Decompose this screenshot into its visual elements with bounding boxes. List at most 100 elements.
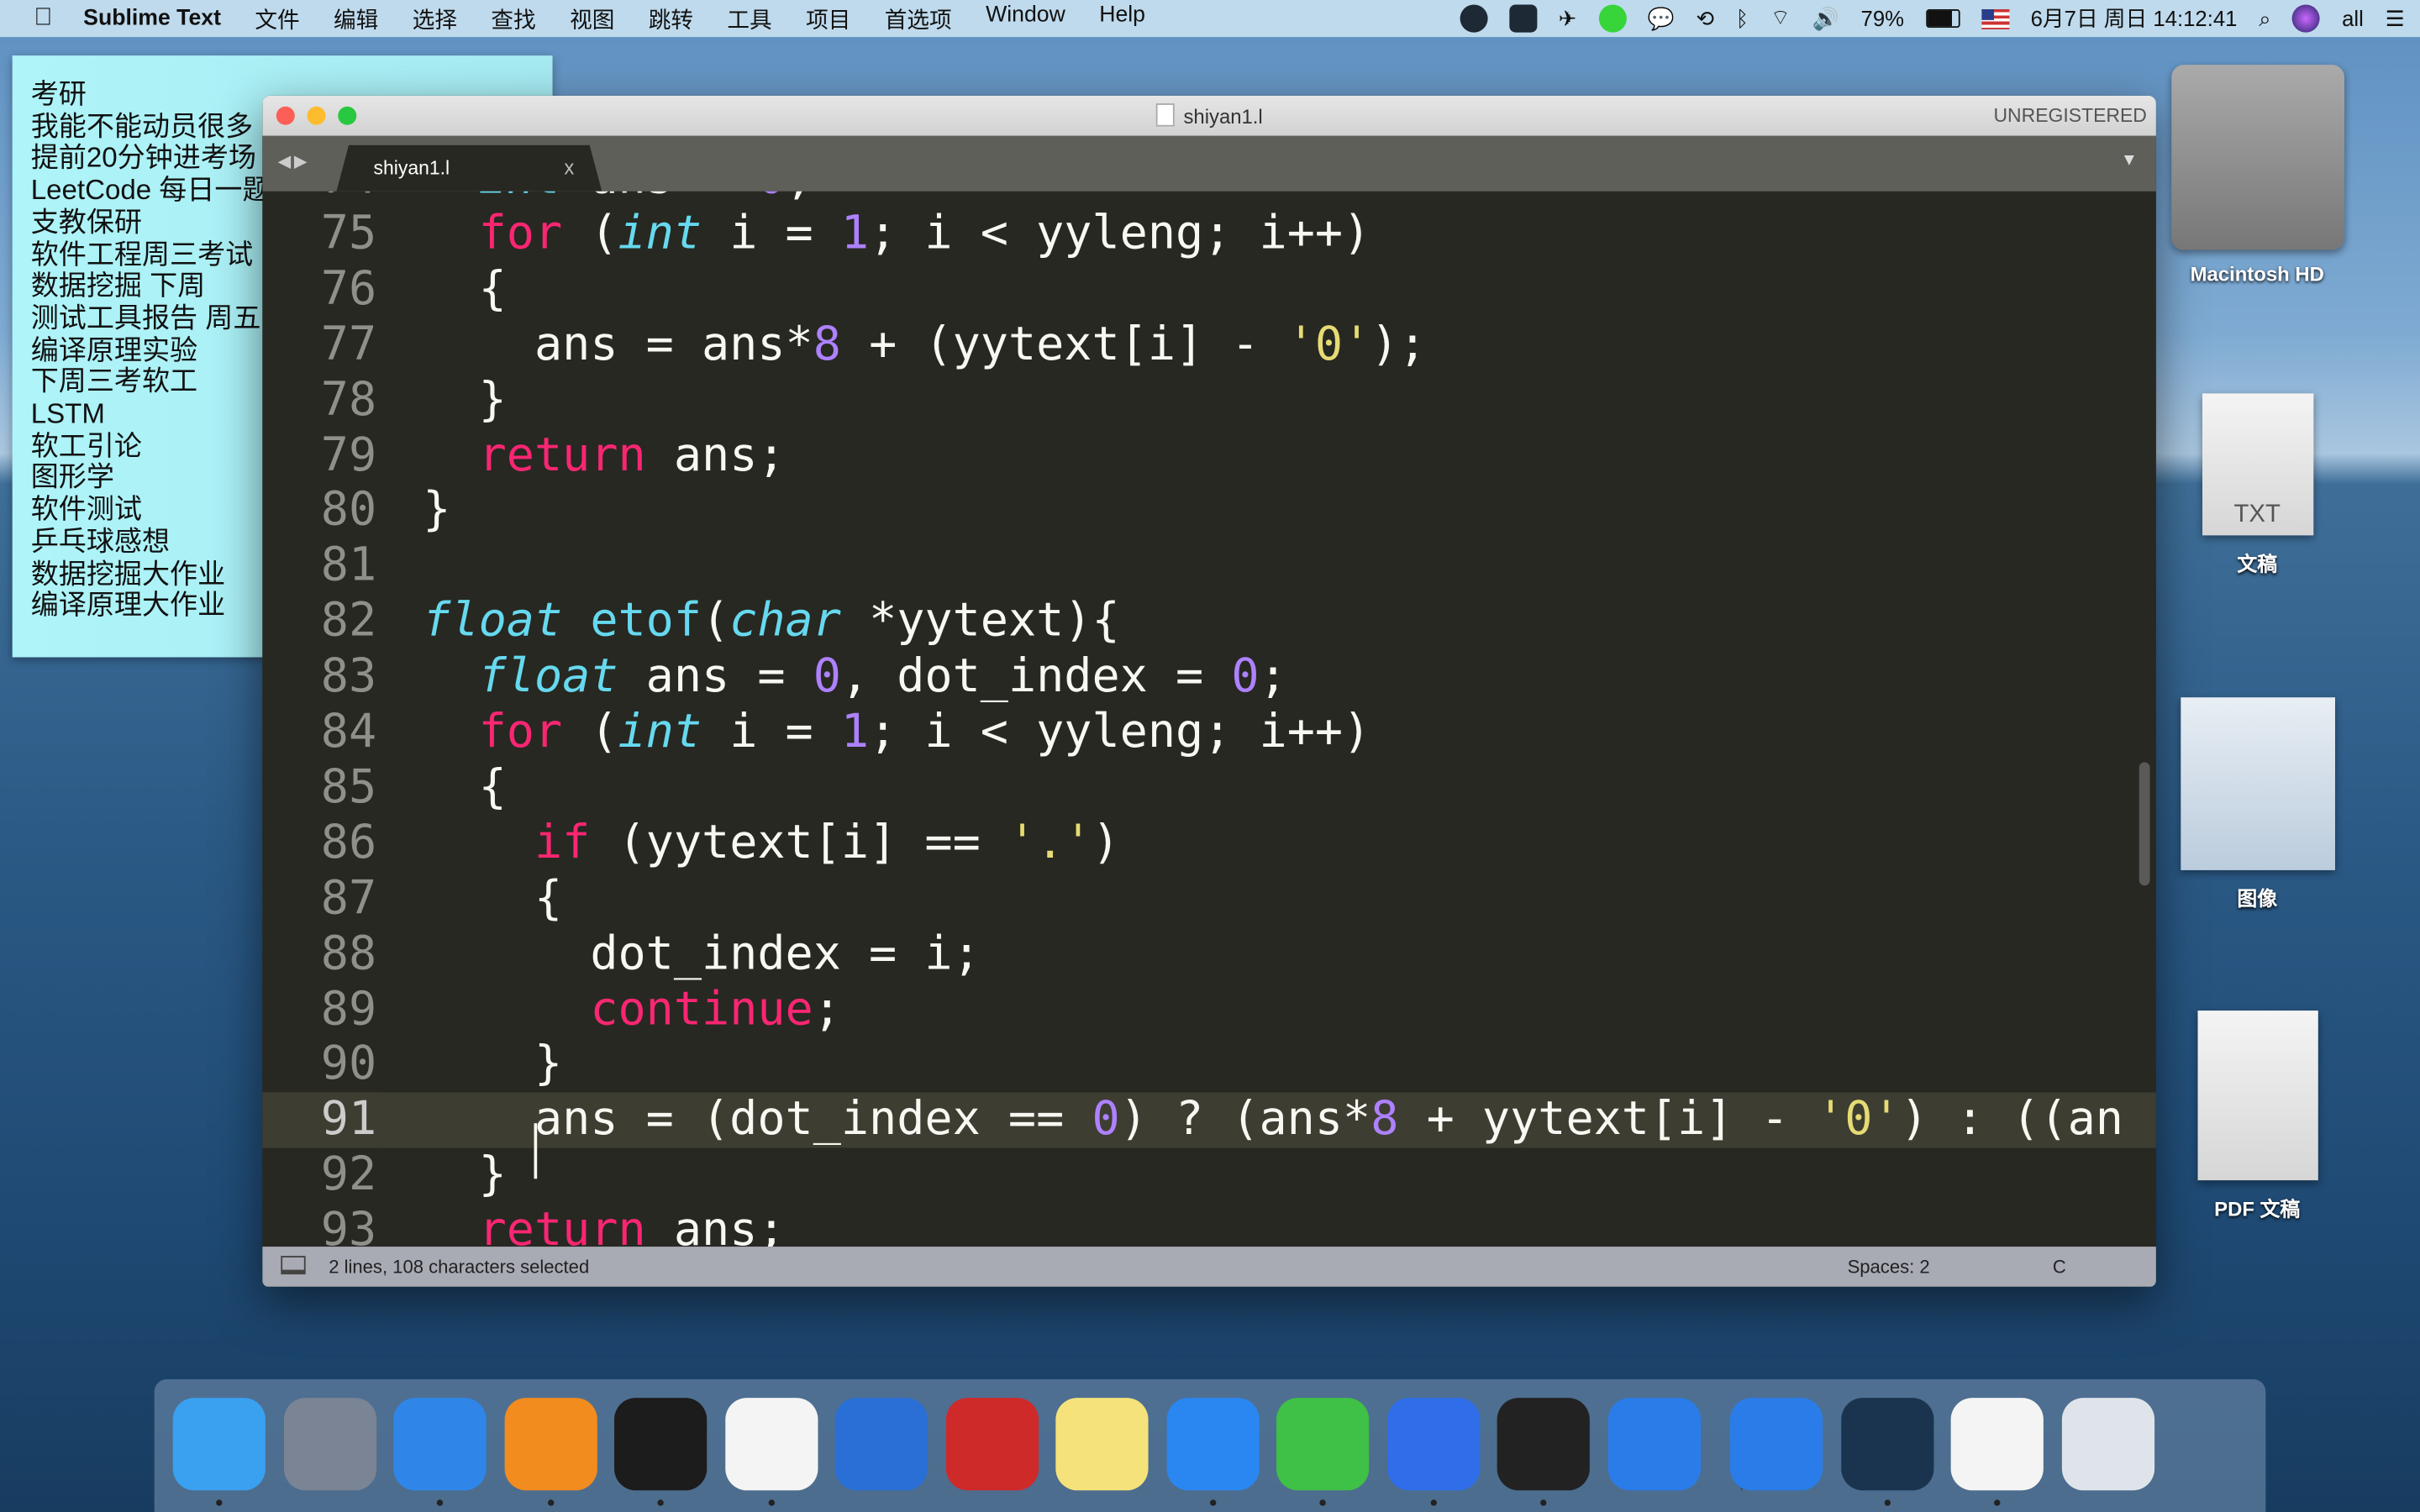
notification-center-icon[interactable]: ☰ — [2386, 5, 2405, 31]
wifi-icon[interactable]: ⌔ — [1770, 5, 1791, 33]
code-line[interactable]: 83 float ans = 0, dot_index = 0; — [262, 649, 2156, 705]
desktop-item-macintosh-hd[interactable]: Macintosh HD — [2169, 65, 2346, 286]
code-line[interactable]: 76 { — [262, 262, 2156, 318]
dock-xcode-icon[interactable] — [834, 1398, 928, 1491]
code-token: float — [423, 594, 563, 648]
code-line[interactable]: 90 } — [262, 1037, 2156, 1093]
code-editor[interactable]: 93 return ans; 92 } 91 ans = (dot_index ==… — [262, 192, 2156, 1247]
code-token: 0 — [1092, 1092, 1120, 1147]
panel-toggle-icon[interactable] — [281, 1256, 306, 1275]
volume-icon[interactable]: 🔊 — [1812, 5, 1839, 31]
menu-app[interactable]: Sublime Text — [83, 6, 221, 30]
sticky-line: 软工引论 — [30, 429, 142, 461]
window-title: shiyan1.l — [1183, 104, 1263, 129]
code-line[interactable]: 93 return ans; — [262, 1204, 2156, 1247]
dock-terminal-icon[interactable] — [614, 1398, 708, 1491]
bluetooth-icon[interactable]: ᛒ — [1736, 6, 1749, 30]
code-line[interactable]: 82 float etof(char *yytext){ — [262, 594, 2156, 649]
clock[interactable]: 6月7日 周日 14:12:41 — [2031, 3, 2238, 34]
dock-activity-monitor-icon[interactable] — [1497, 1398, 1590, 1491]
tab-dropdown-icon[interactable]: ▼ — [2121, 151, 2138, 170]
syntax-status[interactable]: C — [2053, 1256, 2066, 1278]
running-indicator — [1883, 1499, 1891, 1506]
running-indicator — [436, 1499, 444, 1506]
dock-safari-icon[interactable] — [393, 1398, 487, 1491]
menu-4[interactable]: 视图 — [570, 3, 614, 35]
dock-finder-icon[interactable] — [172, 1398, 266, 1491]
hard-drive-icon — [2170, 65, 2344, 250]
desktop-item-images[interactable]: 图像 — [2169, 697, 2346, 911]
dock-launchpad-icon[interactable] — [283, 1398, 376, 1491]
indentation-status[interactable]: Spaces: 2 — [1848, 1256, 1930, 1278]
tab-shiyan1[interactable]: shiyan1.l x — [336, 145, 602, 192]
battery-icon[interactable] — [1925, 9, 1960, 29]
dock-lanhu-icon[interactable] — [1607, 1398, 1701, 1491]
code-token: { — [423, 871, 563, 926]
dock-textedit-icon[interactable] — [1950, 1398, 2044, 1491]
code-line[interactable]: 75 for (int i = 1; i < yyleng; i++) — [262, 207, 2156, 262]
dock-wps-icon[interactable] — [1386, 1398, 1480, 1491]
code-line[interactable]: 74 int ans = 0; — [262, 192, 2156, 207]
wechat-tray-icon[interactable]: 💬 — [1648, 5, 1675, 31]
record-icon[interactable] — [1460, 4, 1488, 33]
menu-9[interactable]: Window — [986, 3, 1065, 35]
code-text: { — [423, 871, 562, 927]
siri-icon[interactable] — [2292, 4, 2321, 33]
menu-3[interactable]: 查找 — [491, 3, 535, 35]
code-line[interactable]: 80} — [262, 484, 2156, 539]
code-line[interactable]: 84 for (int i = 1; i < yyleng; i++) — [262, 705, 2156, 760]
code-token: ans; — [645, 428, 786, 482]
menu-10[interactable]: Help — [1099, 3, 1145, 35]
code-token: ; i < yyleng; i++) — [869, 206, 1371, 261]
dock-lanhu-2-icon[interactable] — [1729, 1398, 1823, 1491]
dock-parallels-icon[interactable] — [945, 1398, 1039, 1491]
user-name[interactable]: all — [2342, 6, 2364, 30]
menu-5[interactable]: 跳转 — [649, 3, 693, 35]
code-line[interactable]: 79 return ans; — [262, 428, 2156, 484]
tab-close-button[interactable]: x — [564, 156, 574, 180]
menu-6[interactable]: 工具 — [727, 3, 771, 35]
wps-tray-icon[interactable] — [1508, 4, 1537, 33]
spotlight-icon[interactable]: ⌕ — [2259, 5, 2270, 31]
menu-8[interactable]: 首选项 — [885, 3, 952, 35]
desktop-item-pdf[interactable]: PDF 文稿 — [2169, 1011, 2346, 1222]
title-bar: shiyan1.l UNREGISTERED — [262, 95, 2156, 138]
code-line[interactable]: 81 — [262, 539, 2156, 595]
code-line[interactable]: 89 continue; — [262, 982, 2156, 1037]
apple-menu-icon[interactable]:  — [34, 5, 52, 33]
window-title-wrap: shiyan1.l — [262, 103, 2156, 128]
desktop-item-documents[interactable]: TXT 文稿 — [2169, 393, 2346, 577]
code-token: int — [479, 192, 563, 206]
dock-trash-icon[interactable] — [2060, 1398, 2154, 1491]
menu-2[interactable]: 选择 — [413, 3, 457, 35]
menu-7[interactable]: 项目 — [806, 3, 850, 35]
vertical-scrollbar[interactable] — [2139, 762, 2150, 886]
code-line[interactable]: 91 ans = (dot_index == 0) ? (ans*8 + yyt… — [262, 1092, 2156, 1149]
code-line[interactable]: 92 } — [262, 1148, 2156, 1204]
dock-wechat-icon[interactable] — [1276, 1398, 1370, 1491]
code-line[interactable]: 86 if (yytext[i] == '.') — [262, 816, 2156, 871]
send-icon[interactable]: ✈ — [1559, 5, 1577, 31]
time-machine-icon[interactable]: ⟲ — [1696, 5, 1714, 31]
dock-stickies-icon[interactable] — [1055, 1398, 1149, 1491]
code-line[interactable]: 85 { — [262, 760, 2156, 816]
menu-0[interactable]: 文件 — [255, 3, 299, 35]
dock-quicktime-icon[interactable] — [1840, 1398, 1933, 1491]
battery-percent[interactable]: 79% — [1861, 6, 1904, 30]
code-line[interactable]: 78 } — [262, 373, 2156, 428]
menu-1[interactable]: 编辑 — [334, 3, 378, 35]
line-number: 89 — [320, 982, 377, 1037]
tab-nav-arrows-icon[interactable]: ◀▶ — [278, 151, 310, 171]
dock-chrome-icon[interactable] — [724, 1398, 818, 1491]
input-source-flag-icon[interactable] — [1981, 8, 2009, 29]
dock-sublime-text-icon[interactable] — [503, 1398, 597, 1491]
sticky-line: 图形学 — [30, 461, 114, 493]
code-line[interactable]: 88 dot_index = i; — [262, 927, 2156, 982]
code-text: } — [423, 373, 507, 428]
caffeine-icon[interactable] — [1597, 4, 1627, 33]
code-line[interactable]: 87 { — [262, 871, 2156, 927]
dock-kugou-icon[interactable] — [1165, 1398, 1259, 1491]
code-token: } — [423, 1037, 563, 1092]
code-line[interactable]: 77 ans = ans*8 + (yytext[i] - '0'); — [262, 318, 2156, 373]
code-token: { — [423, 261, 507, 317]
